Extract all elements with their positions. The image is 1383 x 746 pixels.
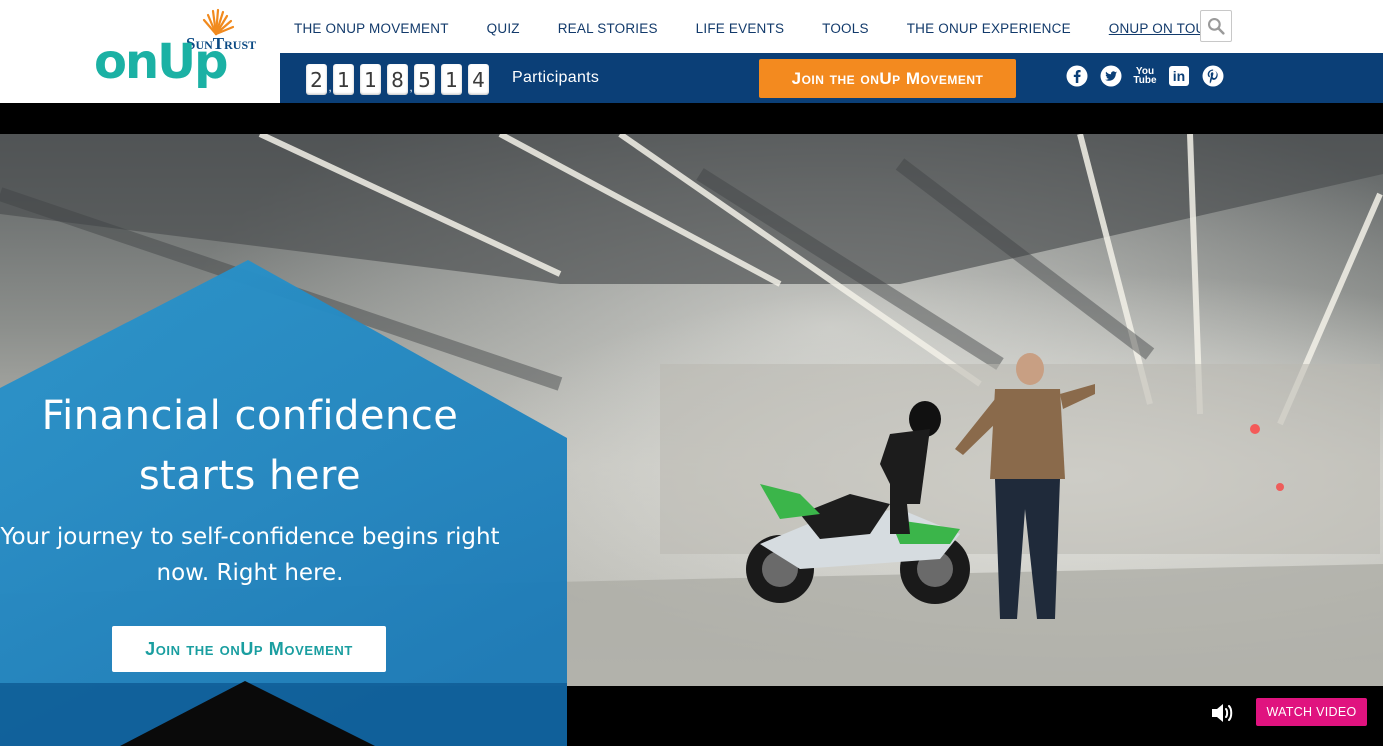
hero-promo-panel: Financial confidence starts here Your jo…: [0, 103, 567, 746]
main-nav: THE ONUP MOVEMENT QUIZ REAL STORIES LIFE…: [294, 21, 1215, 37]
sound-toggle-button[interactable]: [1208, 699, 1236, 727]
hero-headline: Financial confidence starts here: [41, 393, 459, 499]
join-movement-hero-button[interactable]: Join the onUp Movement: [112, 626, 386, 672]
nav-item-onup-experience[interactable]: THE ONUP EXPERIENCE: [907, 21, 1071, 37]
search-icon: [1207, 17, 1225, 35]
counter-digit: 5: [414, 64, 435, 95]
youtube-icon[interactable]: You Tube: [1133, 65, 1157, 87]
nav-item-real-stories[interactable]: REAL STORIES: [558, 21, 658, 37]
join-movement-header-button[interactable]: Join the onUp Movement: [759, 59, 1016, 98]
onup-wordmark: onUp: [94, 34, 228, 90]
counter-digit: 2: [306, 64, 327, 95]
nav-item-life-events[interactable]: LIFE EVENTS: [696, 21, 784, 37]
facebook-icon[interactable]: [1066, 65, 1088, 87]
hero-subhead: Your journey to self-confidence begins r…: [0, 524, 500, 586]
nav-item-tools[interactable]: TOOLS: [822, 21, 869, 37]
sunburst-icon: [202, 8, 235, 36]
participants-label: Participants: [512, 69, 600, 86]
counter-digit: 8: [387, 64, 408, 95]
participant-counter: 2 , 1 1 8 , 5 1 4: [306, 64, 489, 95]
youtube-wordmark: You Tube: [1133, 66, 1157, 86]
counter-digit: 1: [333, 64, 354, 95]
nav-item-quiz[interactable]: QUIZ: [487, 21, 520, 37]
speaker-icon: [1212, 704, 1233, 722]
counter-digit: 1: [441, 64, 462, 95]
search-button[interactable]: [1200, 10, 1232, 42]
linkedin-icon[interactable]: in: [1168, 65, 1190, 87]
participants-bar: 2 , 1 1 8 , 5 1 4 Participants Join the …: [280, 53, 1383, 103]
social-links: You Tube in: [1066, 65, 1224, 87]
pinterest-icon[interactable]: [1202, 65, 1224, 87]
onup-suntrust-logo[interactable]: SunTrust onUp: [92, 8, 272, 100]
twitter-icon[interactable]: [1100, 65, 1122, 87]
site-header: SunTrust onUp THE ONUP MOVEMENT QUIZ REA…: [0, 0, 1383, 103]
linkedin-wordmark: in: [1169, 66, 1189, 86]
hero-section: Financial confidence starts here Your jo…: [0, 103, 1383, 746]
nav-item-onup-movement[interactable]: THE ONUP MOVEMENT: [294, 21, 449, 37]
counter-digit: 4: [468, 64, 489, 95]
watch-video-button[interactable]: WATCH VIDEO: [1256, 698, 1367, 726]
counter-digit: 1: [360, 64, 381, 95]
